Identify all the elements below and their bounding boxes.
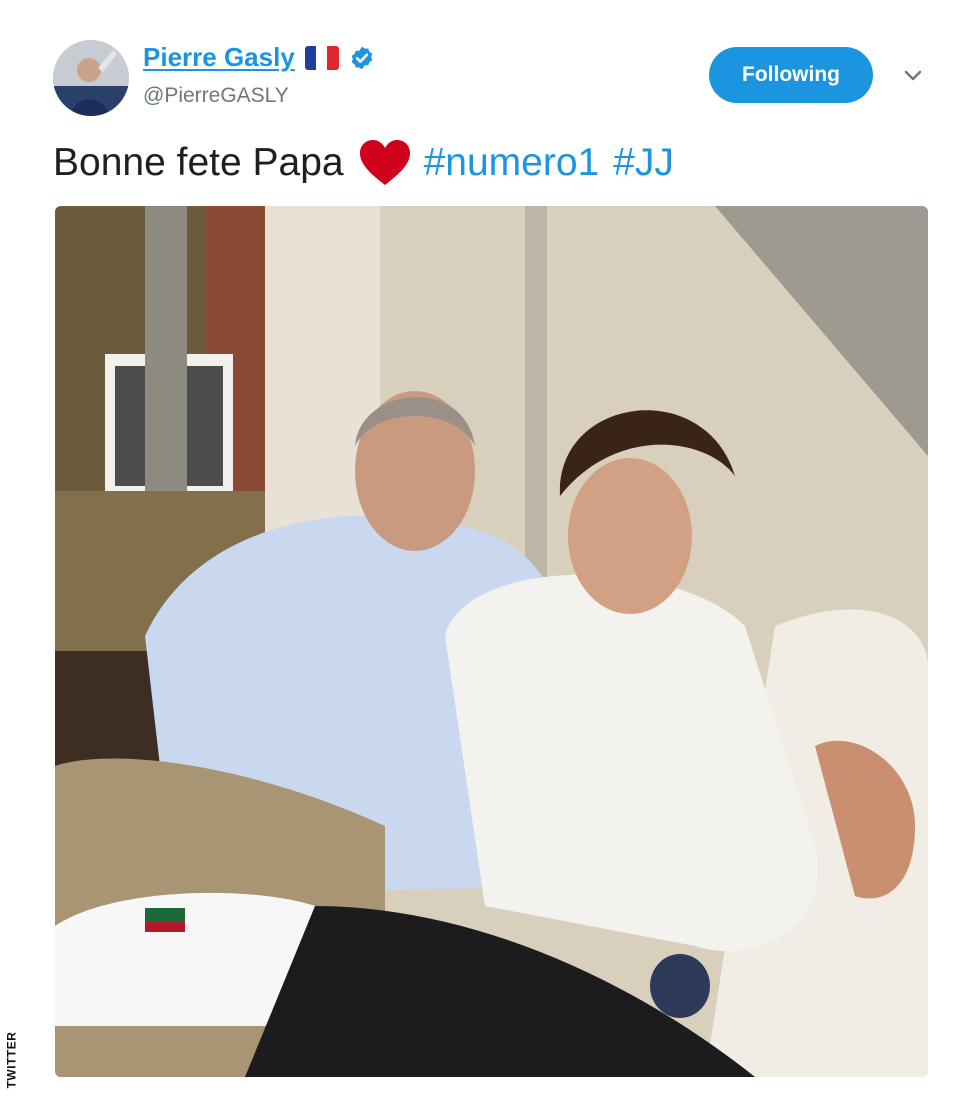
following-button[interactable]: Following bbox=[709, 47, 873, 103]
profile-avatar[interactable] bbox=[53, 40, 129, 116]
chevron-down-icon[interactable] bbox=[898, 64, 928, 88]
hashtag-link[interactable]: #numero1 bbox=[424, 141, 600, 185]
red-heart-emoji-icon bbox=[359, 140, 410, 185]
watermark-text: TWITTER bbox=[4, 1031, 19, 1089]
author-display-name[interactable]: Pierre Gasly bbox=[143, 42, 295, 73]
tweet-text: Bonne fete Papa #numero1 #JJ bbox=[53, 138, 688, 188]
photo-image bbox=[55, 206, 928, 1077]
author-handle[interactable]: @PierreGASLY bbox=[143, 84, 289, 108]
french-flag-icon bbox=[304, 45, 339, 70]
twitter-watermark: TWITTER bbox=[3, 1028, 19, 1092]
tweet-photo[interactable] bbox=[55, 206, 928, 1077]
tweet-body-text: Bonne fete Papa bbox=[53, 141, 344, 184]
verified-badge-icon bbox=[351, 46, 373, 69]
hashtag-link[interactable]: #JJ bbox=[613, 141, 674, 185]
avatar-image bbox=[53, 40, 129, 116]
